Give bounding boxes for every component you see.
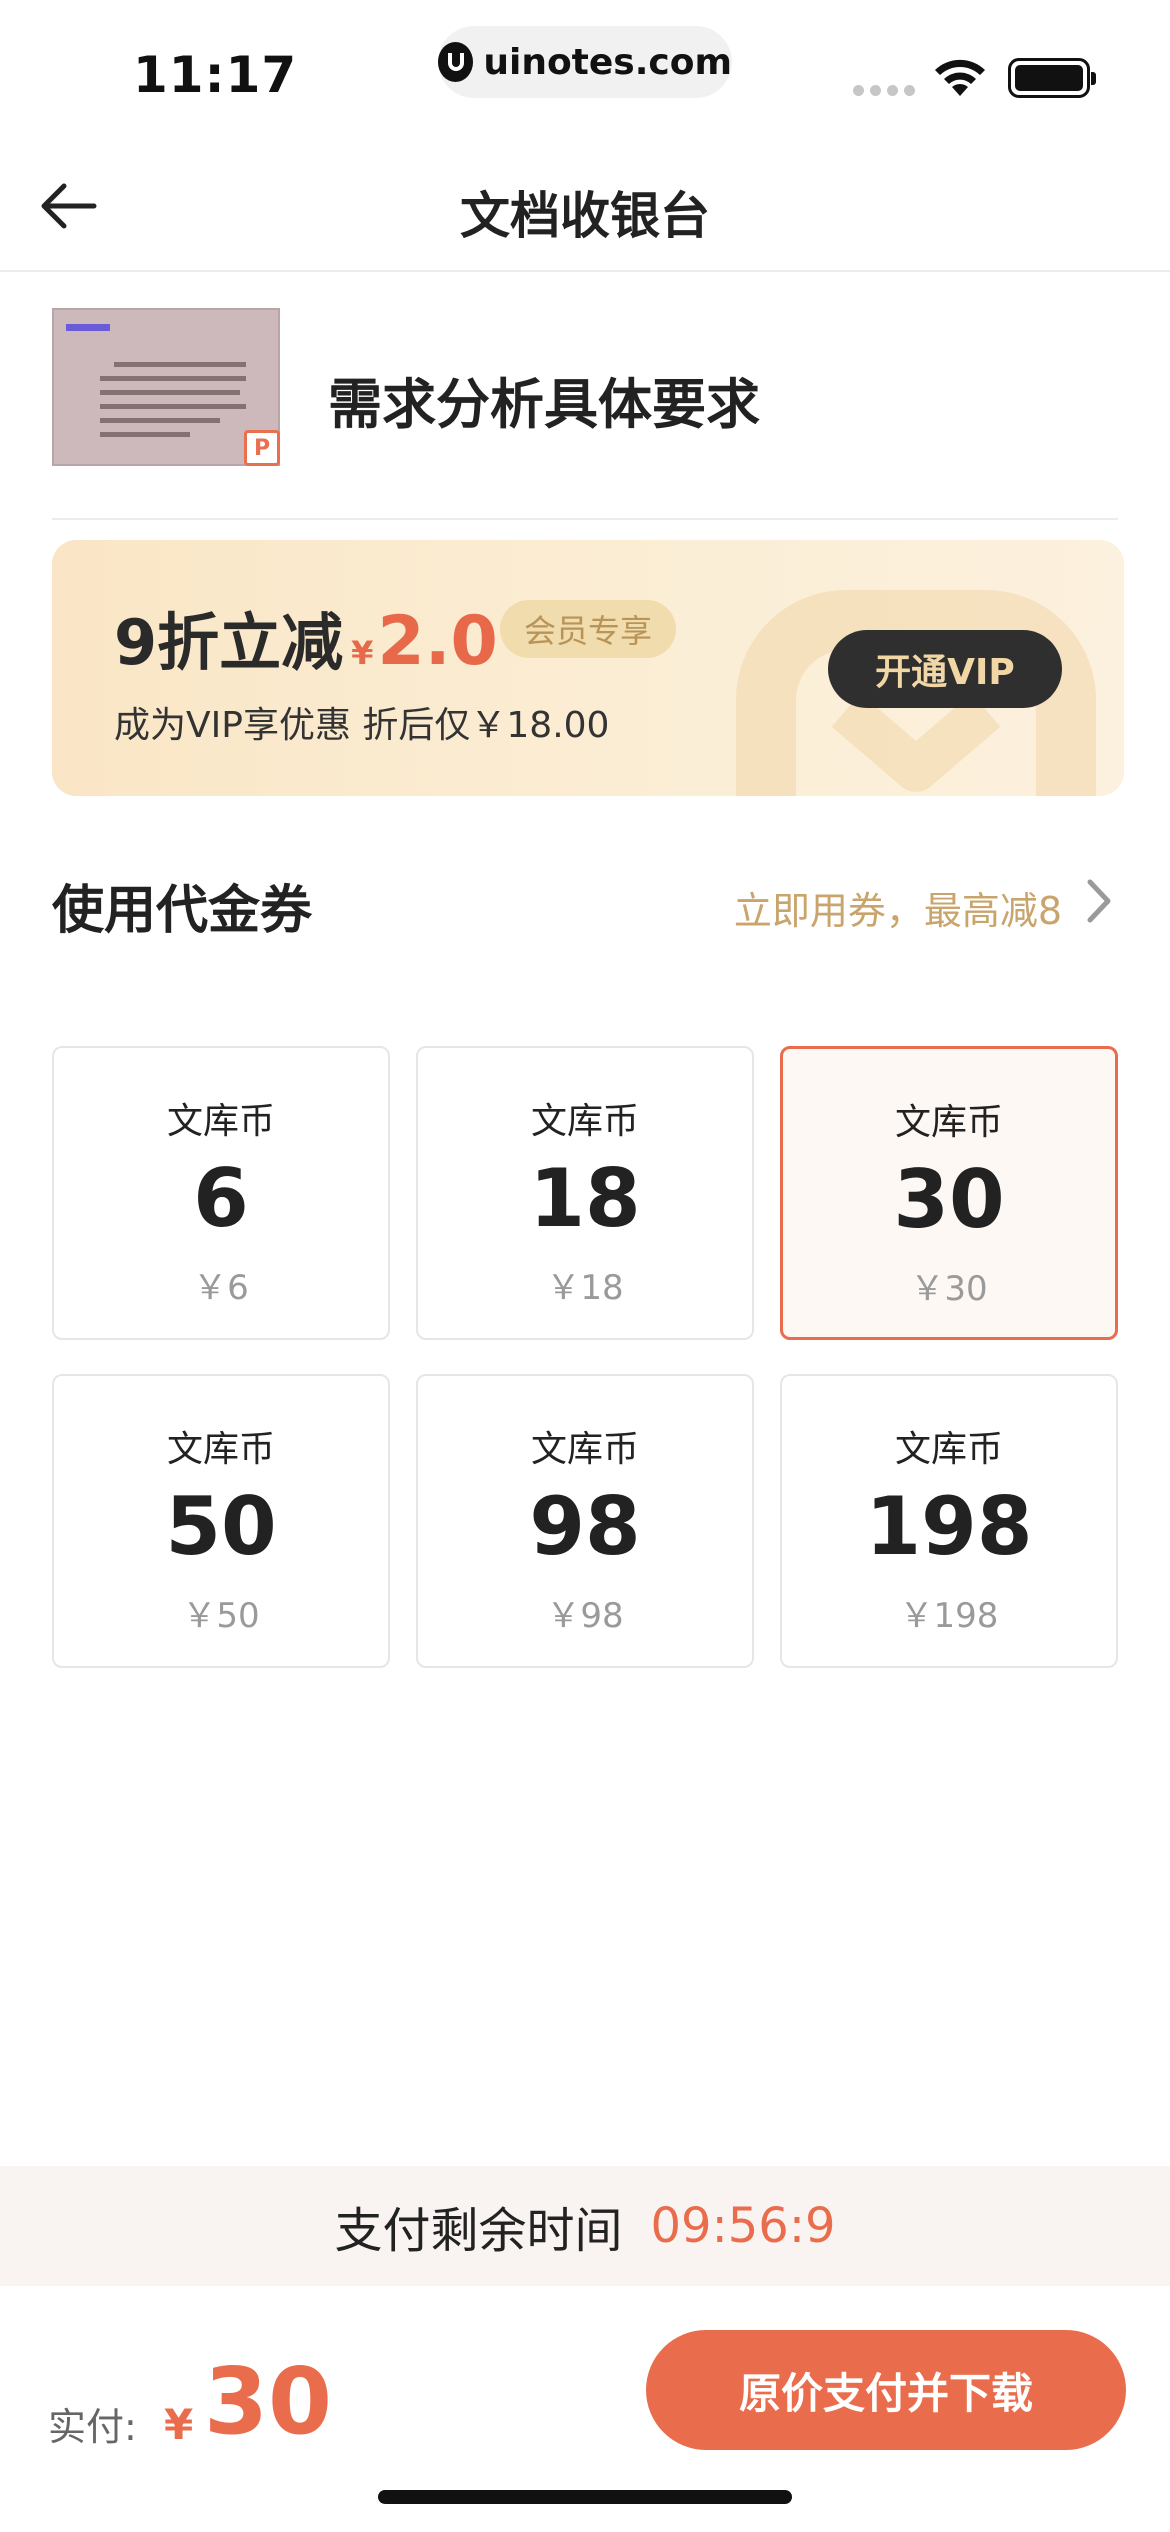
coin-price: ￥30 <box>910 1269 988 1309</box>
coin-value: 6 <box>193 1152 249 1245</box>
pay-currency: ¥ <box>164 2400 194 2449</box>
timer-label: 支付剩余时间 <box>334 2203 623 2259</box>
vip-discount-label: 9折立减 <box>114 606 344 679</box>
vip-discount-amount: 2.0 <box>377 602 498 681</box>
battery-icon <box>1008 58 1096 98</box>
vip-subtitle: 成为VIP享优惠 折后仅￥18.00 <box>114 705 610 746</box>
coin-name: 文库币 <box>894 1102 1003 1143</box>
pay-and-download-button[interactable]: 原价支付并下载 <box>646 2330 1126 2450</box>
coin-option-198[interactable]: 文库币 198 ￥198 <box>780 1374 1118 1668</box>
coin-value: 50 <box>165 1480 277 1573</box>
ppt-file-icon: P <box>244 430 280 466</box>
vip-currency: ¥ <box>351 634 374 672</box>
coin-option-98[interactable]: 文库币 98 ￥98 <box>416 1374 754 1668</box>
url-text: uinotes.com <box>483 41 732 83</box>
coin-name: 文库币 <box>530 1429 639 1470</box>
coin-name: 文库币 <box>530 1101 639 1142</box>
coin-option-18[interactable]: 文库币 18 ￥18 <box>416 1046 754 1340</box>
chevron-right-icon[interactable] <box>1078 874 1118 928</box>
url-pill[interactable]: uinotes.com <box>438 26 732 98</box>
status-bar: 11:17 uinotes.com <box>0 0 1170 140</box>
coin-option-6[interactable]: 文库币 6 ￥6 <box>52 1046 390 1340</box>
coin-option-30-selected[interactable]: 文库币 30 ￥30 <box>780 1046 1118 1340</box>
nav-bar: 文档收银台 <box>0 140 1170 272</box>
document-title: 需求分析具体要求 <box>328 373 760 436</box>
vip-banner: 9折立减 ¥ 2.0 会员专享 成为VIP享优惠 折后仅￥18.00 开通VIP <box>52 540 1124 796</box>
voucher-label: 使用代金券 <box>52 881 313 941</box>
cellular-signal-icon <box>853 85 915 96</box>
coin-value: 18 <box>529 1152 641 1245</box>
open-vip-button[interactable]: 开通VIP <box>828 630 1062 708</box>
pay-amount: 30 <box>204 2348 333 2455</box>
page-title: 文档收银台 <box>460 187 710 245</box>
coin-name: 文库币 <box>894 1429 1003 1470</box>
timer-value: 09:56:9 <box>650 2198 836 2254</box>
coin-value: 30 <box>893 1153 1005 1246</box>
vip-headline: 9折立减 ¥ 2.0 <box>114 592 498 682</box>
coin-option-50[interactable]: 文库币 50 ￥50 <box>52 1374 390 1668</box>
payment-timer-bar: 支付剩余时间 09:56:9 <box>0 2166 1170 2286</box>
site-logo-icon <box>438 42 474 82</box>
member-exclusive-badge: 会员专享 <box>500 600 677 658</box>
coin-price: ￥98 <box>546 1596 624 1636</box>
status-time: 11:17 <box>133 46 298 104</box>
coin-price: ￥6 <box>193 1268 249 1308</box>
coin-name: 文库币 <box>166 1101 275 1142</box>
coin-name: 文库币 <box>166 1429 275 1470</box>
pay-label: 实付: <box>48 2405 137 2449</box>
coin-price: ￥198 <box>899 1596 999 1636</box>
coin-value: 98 <box>529 1480 641 1573</box>
coin-value: 198 <box>865 1480 1033 1573</box>
voucher-row[interactable]: 使用代金券 立即用券，最高减8 <box>52 860 1118 941</box>
coin-price: ￥50 <box>182 1596 260 1636</box>
home-indicator[interactable] <box>378 2490 792 2504</box>
wifi-icon <box>935 59 985 96</box>
document-row: P 需求分析具体要求 <box>52 308 1118 520</box>
voucher-hint[interactable]: 立即用券，最高减8 <box>734 880 1062 935</box>
coin-price: ￥18 <box>546 1268 624 1308</box>
